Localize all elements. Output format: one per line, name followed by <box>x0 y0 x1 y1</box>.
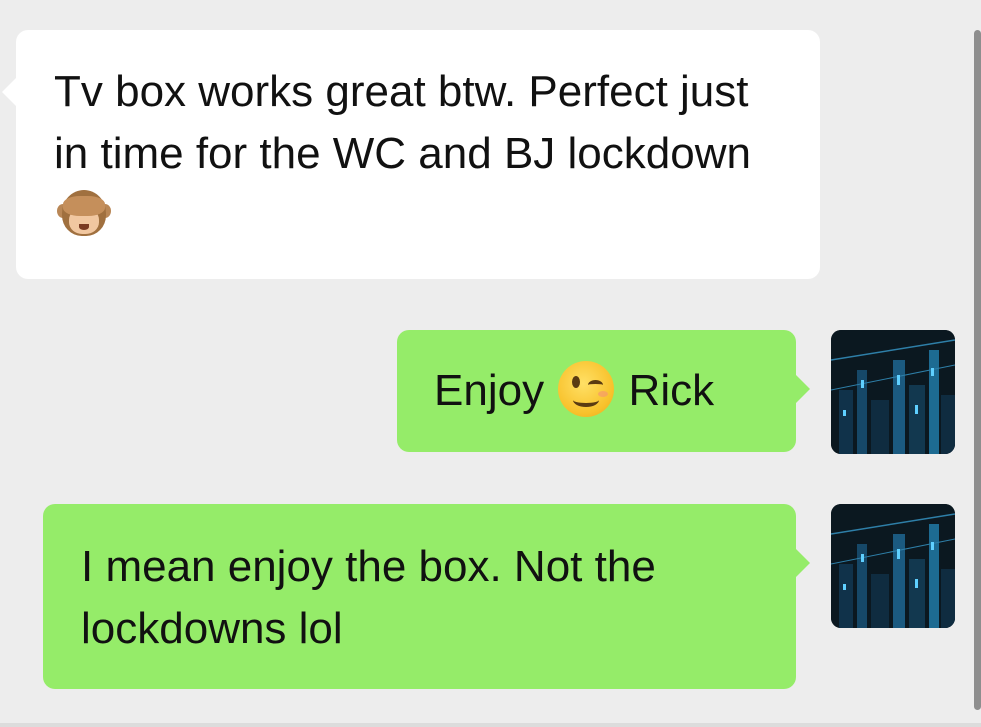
scrollbar[interactable] <box>974 30 981 710</box>
outgoing-message-bubble[interactable]: I mean enjoy the box. Not the lockdowns … <box>43 504 810 689</box>
see-no-evil-monkey-icon <box>56 186 112 242</box>
avatar[interactable] <box>831 504 955 628</box>
chat-view: Tv box works great btw. Perfect just in … <box>0 0 981 727</box>
divider <box>0 723 981 727</box>
avatar[interactable] <box>831 330 955 454</box>
message-text: Tv box works great btw. Perfect just in … <box>54 67 761 178</box>
message-text-after: Rick <box>628 366 715 415</box>
avatar-image <box>831 504 955 628</box>
winking-face-icon <box>558 361 615 418</box>
outgoing-message-bubble[interactable]: Enjoy Rick <box>397 330 810 452</box>
message-text-before: Enjoy <box>434 366 545 415</box>
incoming-message-bubble[interactable]: Tv box works great btw. Perfect just in … <box>2 30 820 279</box>
avatar-image <box>831 330 955 454</box>
message-text: I mean enjoy the box. Not the lockdowns … <box>81 542 669 653</box>
